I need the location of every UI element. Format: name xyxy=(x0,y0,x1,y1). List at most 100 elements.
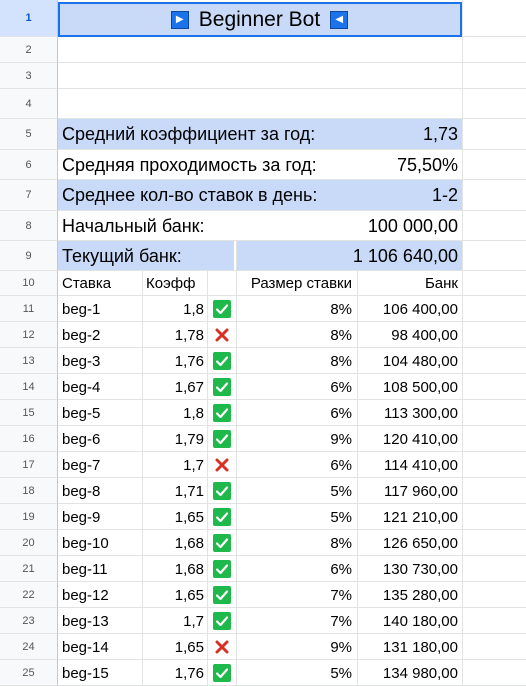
green-check-icon[interactable] xyxy=(213,430,231,448)
summary-value-current-bank[interactable]: 1 106 640,00 xyxy=(300,241,458,271)
play-right-icon[interactable]: ▶ xyxy=(170,10,189,29)
row-header[interactable]: 14 xyxy=(0,374,58,400)
coef-cell[interactable]: 1,78 xyxy=(146,322,204,348)
row-header[interactable]: 18 xyxy=(0,478,58,504)
summary-label-current-bank[interactable]: Текущий банк: xyxy=(62,241,182,271)
coef-cell[interactable]: 1,65 xyxy=(146,634,204,660)
bank-cell[interactable]: 114 410,00 xyxy=(360,452,458,478)
coef-cell[interactable]: 1,8 xyxy=(146,400,204,426)
row-header[interactable]: 20 xyxy=(0,530,58,556)
row-header[interactable]: 4 xyxy=(0,89,58,119)
row-header[interactable]: 15 xyxy=(0,400,58,426)
green-check-icon[interactable] xyxy=(213,378,231,396)
bet-name-cell[interactable]: beg-4 xyxy=(62,374,138,400)
bet-name-cell[interactable]: beg-6 xyxy=(62,426,138,452)
bet-name-cell[interactable]: beg-1 xyxy=(62,296,138,322)
summary-value-initial-bank[interactable]: 100 000,00 xyxy=(300,211,458,241)
coef-cell[interactable]: 1,8 xyxy=(146,296,204,322)
row-header[interactable]: 13 xyxy=(0,348,58,374)
red-cross-icon[interactable] xyxy=(213,638,231,656)
bank-cell[interactable]: 98 400,00 xyxy=(360,322,458,348)
bet-name-cell[interactable]: beg-15 xyxy=(62,660,138,686)
row-header[interactable]: 2 xyxy=(0,37,58,63)
bank-cell[interactable]: 134 980,00 xyxy=(360,660,458,686)
summary-value-avg-coef[interactable]: 1,73 xyxy=(350,119,458,150)
bet-name-cell[interactable]: beg-14 xyxy=(62,634,138,660)
summary-label-bets-per-day[interactable]: Среднее кол-во ставок в день: xyxy=(62,180,317,211)
stake-size-cell[interactable]: 7% xyxy=(240,582,352,608)
bet-name-cell[interactable]: beg-2 xyxy=(62,322,138,348)
row-header[interactable]: 3 xyxy=(0,63,58,89)
bank-cell[interactable]: 120 410,00 xyxy=(360,426,458,452)
bank-cell[interactable]: 135 280,00 xyxy=(360,582,458,608)
stake-size-cell[interactable]: 6% xyxy=(240,374,352,400)
summary-value-pass-rate[interactable]: 75,50% xyxy=(350,150,458,180)
bank-cell[interactable]: 113 300,00 xyxy=(360,400,458,426)
row-header[interactable]: 9 xyxy=(0,241,58,271)
bet-name-cell[interactable]: beg-8 xyxy=(62,478,138,504)
row-header[interactable]: 1 xyxy=(0,0,58,37)
green-check-icon[interactable] xyxy=(213,352,231,370)
bank-cell[interactable]: 106 400,00 xyxy=(360,296,458,322)
bank-cell[interactable]: 126 650,00 xyxy=(360,530,458,556)
header-bet[interactable]: Ставка xyxy=(62,271,111,296)
red-cross-icon[interactable] xyxy=(213,456,231,474)
coef-cell[interactable]: 1,65 xyxy=(146,504,204,530)
bank-cell[interactable]: 104 480,00 xyxy=(360,348,458,374)
stake-size-cell[interactable]: 8% xyxy=(240,322,352,348)
stake-size-cell[interactable]: 8% xyxy=(240,530,352,556)
green-check-icon[interactable] xyxy=(213,560,231,578)
coef-cell[interactable]: 1,7 xyxy=(146,608,204,634)
bank-cell[interactable]: 131 180,00 xyxy=(360,634,458,660)
row-header[interactable]: 17 xyxy=(0,452,58,478)
row-header[interactable]: 23 xyxy=(0,608,58,634)
coef-cell[interactable]: 1,76 xyxy=(146,660,204,686)
bet-name-cell[interactable]: beg-9 xyxy=(62,504,138,530)
coef-cell[interactable]: 1,68 xyxy=(146,556,204,582)
stake-size-cell[interactable]: 6% xyxy=(240,452,352,478)
coef-cell[interactable]: 1,79 xyxy=(146,426,204,452)
bet-name-cell[interactable]: beg-3 xyxy=(62,348,138,374)
bank-cell[interactable]: 121 210,00 xyxy=(360,504,458,530)
row-header[interactable]: 21 xyxy=(0,556,58,582)
stake-size-cell[interactable]: 9% xyxy=(240,634,352,660)
bet-name-cell[interactable]: beg-7 xyxy=(62,452,138,478)
green-check-icon[interactable] xyxy=(213,300,231,318)
header-bank[interactable]: Банк xyxy=(360,271,458,296)
bank-cell[interactable]: 140 180,00 xyxy=(360,608,458,634)
row-header[interactable]: 11 xyxy=(0,296,58,322)
stake-size-cell[interactable]: 7% xyxy=(240,608,352,634)
coef-cell[interactable]: 1,76 xyxy=(146,348,204,374)
bet-name-cell[interactable]: beg-12 xyxy=(62,582,138,608)
row-header[interactable]: 24 xyxy=(0,634,58,660)
coef-cell[interactable]: 1,7 xyxy=(146,452,204,478)
stake-size-cell[interactable]: 6% xyxy=(240,556,352,582)
stake-size-cell[interactable]: 9% xyxy=(240,426,352,452)
bank-cell[interactable]: 130 730,00 xyxy=(360,556,458,582)
coef-cell[interactable]: 1,67 xyxy=(146,374,204,400)
bet-name-cell[interactable]: beg-13 xyxy=(62,608,138,634)
bet-name-cell[interactable]: beg-10 xyxy=(62,530,138,556)
green-check-icon[interactable] xyxy=(213,404,231,422)
row-header[interactable]: 8 xyxy=(0,211,58,241)
play-left-icon[interactable]: ◀ xyxy=(330,10,349,29)
header-stake-size[interactable]: Размер ставки xyxy=(240,271,352,296)
row-header[interactable]: 10 xyxy=(0,271,58,296)
row-header[interactable]: 5 xyxy=(0,119,58,150)
coef-cell[interactable]: 1,68 xyxy=(146,530,204,556)
summary-label-avg-coef[interactable]: Средний коэффициент за год: xyxy=(62,119,315,150)
summary-value-bets-per-day[interactable]: 1-2 xyxy=(350,180,458,211)
header-coef[interactable]: Коэфф xyxy=(146,271,195,296)
red-cross-icon[interactable] xyxy=(213,326,231,344)
stake-size-cell[interactable]: 8% xyxy=(240,348,352,374)
green-check-icon[interactable] xyxy=(213,508,231,526)
row-header[interactable]: 6 xyxy=(0,150,58,180)
green-check-icon[interactable] xyxy=(213,586,231,604)
row-header[interactable]: 22 xyxy=(0,582,58,608)
stake-size-cell[interactable]: 8% xyxy=(240,296,352,322)
bank-cell[interactable]: 117 960,00 xyxy=(360,478,458,504)
coef-cell[interactable]: 1,65 xyxy=(146,582,204,608)
green-check-icon[interactable] xyxy=(213,612,231,630)
stake-size-cell[interactable]: 5% xyxy=(240,504,352,530)
green-check-icon[interactable] xyxy=(213,664,231,682)
